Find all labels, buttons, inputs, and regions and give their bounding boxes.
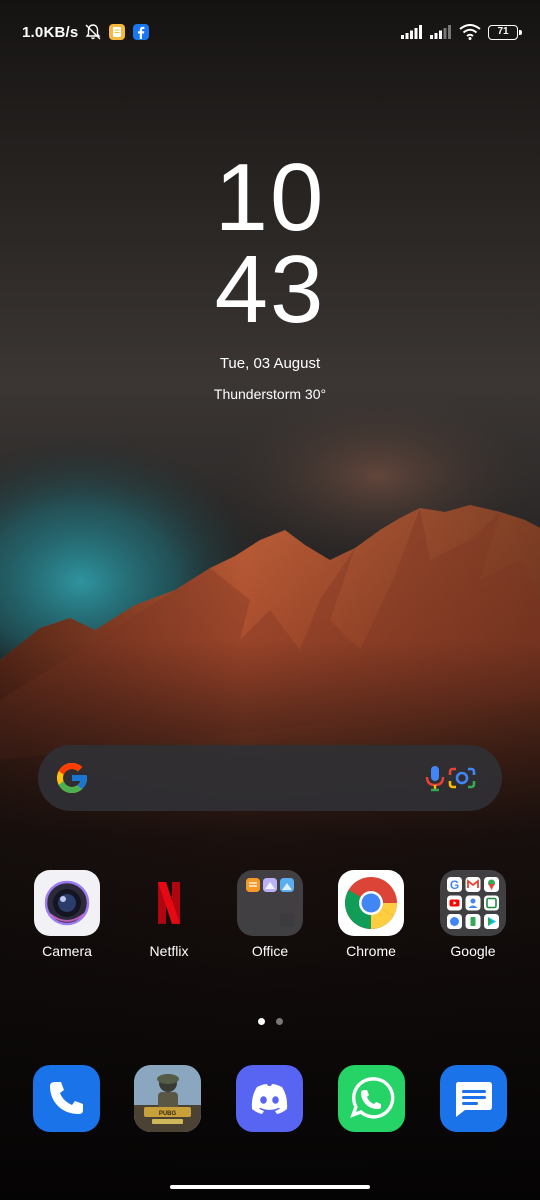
status-bar: 1.0KB/s 71 (0, 0, 540, 64)
app-google-folder[interactable]: G Google (428, 870, 518, 959)
clock-minutes: 43 (214, 236, 326, 343)
app-label: Google (450, 943, 496, 959)
battery-icon: 71 (488, 24, 522, 40)
app-camera[interactable]: Camera (22, 870, 112, 959)
date-label[interactable]: Tue, 03 August (0, 355, 540, 372)
page-dot-active[interactable] (257, 1018, 265, 1025)
signal-sim2-icon (430, 25, 451, 39)
app-label: Netflix (149, 943, 189, 959)
network-speed: 1.0KB/s (22, 23, 79, 41)
clock-widget[interactable]: 10 43 (0, 144, 540, 343)
dock-pubg[interactable]: PUBG (134, 1065, 201, 1132)
pubg-icon: PUBG (134, 1065, 201, 1132)
clock-hours: 10 (214, 144, 326, 251)
dock-whatsapp[interactable] (338, 1065, 405, 1132)
app-label: Office (251, 943, 289, 959)
facebook-icon (133, 24, 150, 40)
dock-discord[interactable] (236, 1065, 303, 1132)
phone-icon (50, 1082, 83, 1114)
messages-icon (456, 1082, 492, 1117)
camera-icon (34, 870, 100, 936)
app-netflix[interactable]: Netflix (124, 870, 214, 959)
page-dot[interactable] (275, 1018, 283, 1025)
svg-text:PUBG: PUBG (159, 1111, 177, 1117)
dock-phone[interactable] (33, 1065, 100, 1132)
signal-sim1-icon (401, 25, 422, 39)
home-gesture-bar[interactable] (170, 1185, 370, 1189)
google-g-icon (57, 763, 87, 793)
bell-off-icon (85, 24, 101, 40)
battery-level: 71 (497, 26, 509, 37)
google-search-bar[interactable] (38, 745, 502, 811)
google-lens-icon[interactable] (446, 762, 478, 794)
svg-text:G: G (450, 878, 459, 892)
weather-label[interactable]: Thunderstorm 30° (0, 386, 540, 402)
app-chrome[interactable]: Chrome (326, 870, 416, 959)
dock-messages[interactable] (440, 1065, 507, 1132)
office-folder-icon (237, 870, 303, 936)
page-indicator (0, 1018, 540, 1025)
chrome-icon (338, 870, 404, 936)
app-label: Chrome (346, 943, 396, 959)
app-office-folder[interactable]: Office (225, 870, 315, 959)
wifi-icon (459, 24, 481, 40)
whatsapp-icon (350, 1077, 395, 1119)
home-screen: 1.0KB/s 71 10 43 Tue, 03 August Thunders… (0, 0, 540, 1200)
netflix-icon (136, 870, 202, 936)
app-label: Camera (42, 943, 92, 959)
notes-app-icon (109, 24, 126, 40)
discord-icon (251, 1084, 288, 1114)
google-folder-icon: G (440, 870, 506, 936)
